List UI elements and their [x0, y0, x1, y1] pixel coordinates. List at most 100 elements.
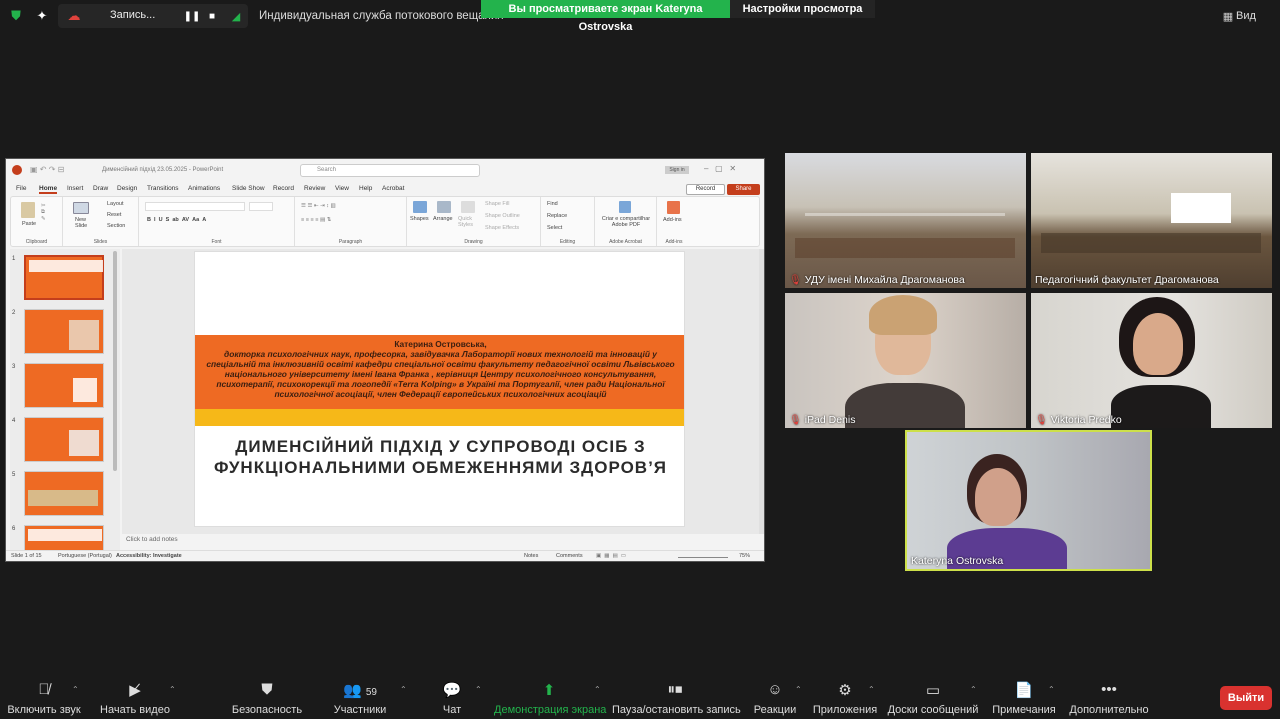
layout-button[interactable]: Layout: [107, 201, 124, 207]
arrange-icon[interactable]: [437, 201, 451, 213]
chevron-up-icon[interactable]: ⌃: [594, 685, 601, 694]
shield-icon[interactable]: ⛊: [8, 8, 24, 24]
ppt-record-button[interactable]: Record: [686, 184, 725, 195]
quick-access-icons[interactable]: ▣ ↶ ↷ ⊟: [30, 165, 64, 174]
shapes-label[interactable]: Shapes: [410, 216, 429, 222]
tab-view[interactable]: View: [335, 185, 349, 192]
current-slide[interactable]: Катерина Островська, докторка психологіч…: [194, 251, 685, 527]
notes-placeholder[interactable]: Click to add notes: [126, 536, 178, 543]
tab-slide-show[interactable]: Slide Show: [232, 185, 265, 192]
chevron-up-icon[interactable]: ⌃: [400, 685, 407, 694]
reactions-button[interactable]: ☺ ⌃ Реакции: [750, 673, 802, 719]
create-pdf-label[interactable]: Criar e compartilhar Adobe PDF: [598, 216, 654, 228]
chat-button[interactable]: 💬 ⌃ Чат: [432, 673, 482, 719]
chevron-up-icon[interactable]: ⌃: [72, 685, 79, 694]
stop-icon[interactable]: ■: [204, 8, 220, 24]
accessibility-status[interactable]: Accessibility: Investigate: [116, 553, 182, 559]
shape-effects-button[interactable]: Shape Effects: [485, 225, 519, 231]
slide-thumbnail-3[interactable]: [24, 363, 104, 408]
paragraph-label: Paragraph: [338, 239, 363, 245]
chevron-up-icon[interactable]: ⌃: [795, 685, 802, 694]
tab-animations[interactable]: Animations: [188, 185, 220, 192]
pause-stop-recording-button[interactable]: ⏸⏹ Пауза/остановить запись: [612, 673, 741, 719]
tab-help[interactable]: Help: [359, 185, 372, 192]
notes-button[interactable]: 📄 ⌃ Примечания: [990, 673, 1058, 719]
slide-scrollbar[interactable]: [759, 249, 764, 534]
window-controls-icon[interactable]: – ▢ ✕: [704, 164, 736, 173]
cut-copy-icons[interactable]: ✂ ⧉ ✎: [41, 203, 46, 222]
tab-insert[interactable]: Insert: [67, 185, 83, 192]
whiteboards-button[interactable]: ▭ ⌃ Доски сообщений: [886, 673, 980, 719]
video-tile[interactable]: 🎙 УДУ імені Михайла Драгоманова: [785, 153, 1026, 288]
font-name-select[interactable]: [145, 202, 245, 211]
comments-button[interactable]: Comments: [556, 553, 583, 559]
tab-record[interactable]: Record: [273, 185, 294, 192]
view-mode-icons[interactable]: ▣ ▦ ▤ ▭: [596, 553, 626, 559]
zoom-level[interactable]: 75%: [739, 553, 750, 559]
tab-review[interactable]: Review: [304, 185, 325, 192]
slide-yellow-band: [195, 409, 684, 426]
quick-styles-icon[interactable]: [461, 201, 475, 213]
adobe-pdf-icon[interactable]: [619, 201, 631, 213]
addins-button-label[interactable]: Add-ins: [663, 217, 682, 223]
start-video-button[interactable]: ▶̸ ⌃ Начать видео: [95, 673, 176, 719]
slide-thumbnail-2[interactable]: [24, 309, 104, 354]
more-button[interactable]: ••• Дополнительно: [1066, 673, 1152, 719]
video-tile[interactable]: Педагогічний факультет Драгоманова: [1031, 153, 1272, 288]
paste-label[interactable]: Paste: [22, 221, 36, 227]
find-button[interactable]: Find: [547, 201, 558, 207]
chevron-up-icon[interactable]: ⌃: [1048, 685, 1055, 694]
participants-button[interactable]: 👥 59 ⌃ Участники: [325, 673, 407, 719]
chevron-up-icon[interactable]: ⌃: [970, 685, 977, 694]
slide-thumbnail-4[interactable]: [24, 417, 104, 462]
tab-home[interactable]: Home: [39, 185, 58, 194]
ppt-share-button[interactable]: Share: [727, 184, 760, 195]
video-tile[interactable]: 🎙 Viktoria Predko: [1031, 293, 1272, 428]
shapes-icon[interactable]: [413, 201, 427, 213]
security-button[interactable]: ⛊ Безопасность: [228, 673, 306, 719]
font-size-select[interactable]: [249, 202, 273, 211]
leave-button[interactable]: Выйти: [1220, 686, 1272, 710]
slide-thumbnail-5[interactable]: [24, 471, 104, 516]
sign-in-button[interactable]: Sign in: [665, 166, 689, 174]
share-screen-button[interactable]: ⬆ ⌃ Демонстрация экрана: [494, 673, 606, 719]
thumbnails-scrollbar[interactable]: [113, 251, 117, 471]
arrange-label[interactable]: Arrange: [433, 216, 453, 222]
shape-outline-button[interactable]: Shape Outline: [485, 213, 520, 219]
zoom-slider[interactable]: [678, 557, 728, 558]
tab-draw[interactable]: Draw: [93, 185, 108, 192]
tab-transitions[interactable]: Transitions: [147, 185, 179, 192]
paste-icon[interactable]: [21, 202, 35, 218]
slide-thumbnail-1[interactable]: [24, 255, 104, 300]
paragraph-list-icons[interactable]: ☰ ☰ ⇤ ⇥ ↕ ▥: [301, 203, 336, 209]
sparkle-icon[interactable]: ✦: [34, 8, 50, 24]
new-slide-label[interactable]: New Slide: [75, 217, 95, 229]
reset-button[interactable]: Reset: [107, 212, 121, 218]
quick-styles-label[interactable]: Quick Styles: [458, 216, 478, 228]
tab-design[interactable]: Design: [117, 185, 137, 192]
notes-button[interactable]: Notes: [524, 553, 538, 559]
ppt-search-box[interactable]: Search: [300, 164, 480, 177]
apps-button[interactable]: ⚙ ⌃ Приложения: [810, 673, 880, 719]
select-button[interactable]: Select: [547, 225, 562, 231]
shape-fill-button[interactable]: Shape Fill: [485, 201, 509, 207]
pause-icon[interactable]: ❚❚: [184, 8, 201, 24]
paragraph-align-icons[interactable]: ≡ ≡ ≡ ≡ ▤ ⇅: [301, 217, 331, 223]
view-settings-button[interactable]: Настройки просмотра: [730, 0, 875, 18]
video-tile[interactable]: 🎙 iPad Denis: [785, 293, 1026, 428]
chevron-up-icon[interactable]: ⌃: [868, 685, 875, 694]
active-speaker-tile[interactable]: Kateryna Ostrovska: [905, 430, 1152, 571]
chevron-up-icon[interactable]: ⌃: [169, 685, 176, 694]
font-format-icons[interactable]: B I U S ab AV Aa A: [147, 217, 206, 223]
addins-icon[interactable]: [667, 201, 680, 214]
tab-file[interactable]: File: [16, 185, 26, 192]
language-indicator[interactable]: Portuguese (Portugal): [58, 553, 112, 559]
section-button[interactable]: Section: [107, 223, 125, 229]
replace-button[interactable]: Replace: [547, 213, 567, 219]
new-slide-icon[interactable]: [73, 202, 89, 214]
stream-service-text[interactable]: Индивидуальная служба потокового вещания: [259, 10, 504, 22]
view-button[interactable]: Вид: [1236, 10, 1256, 22]
unmute-button[interactable]: 🎙̸ ⌃ Включить звук: [0, 673, 88, 719]
chevron-up-icon[interactable]: ⌃: [475, 685, 482, 694]
tab-acrobat[interactable]: Acrobat: [382, 185, 404, 192]
